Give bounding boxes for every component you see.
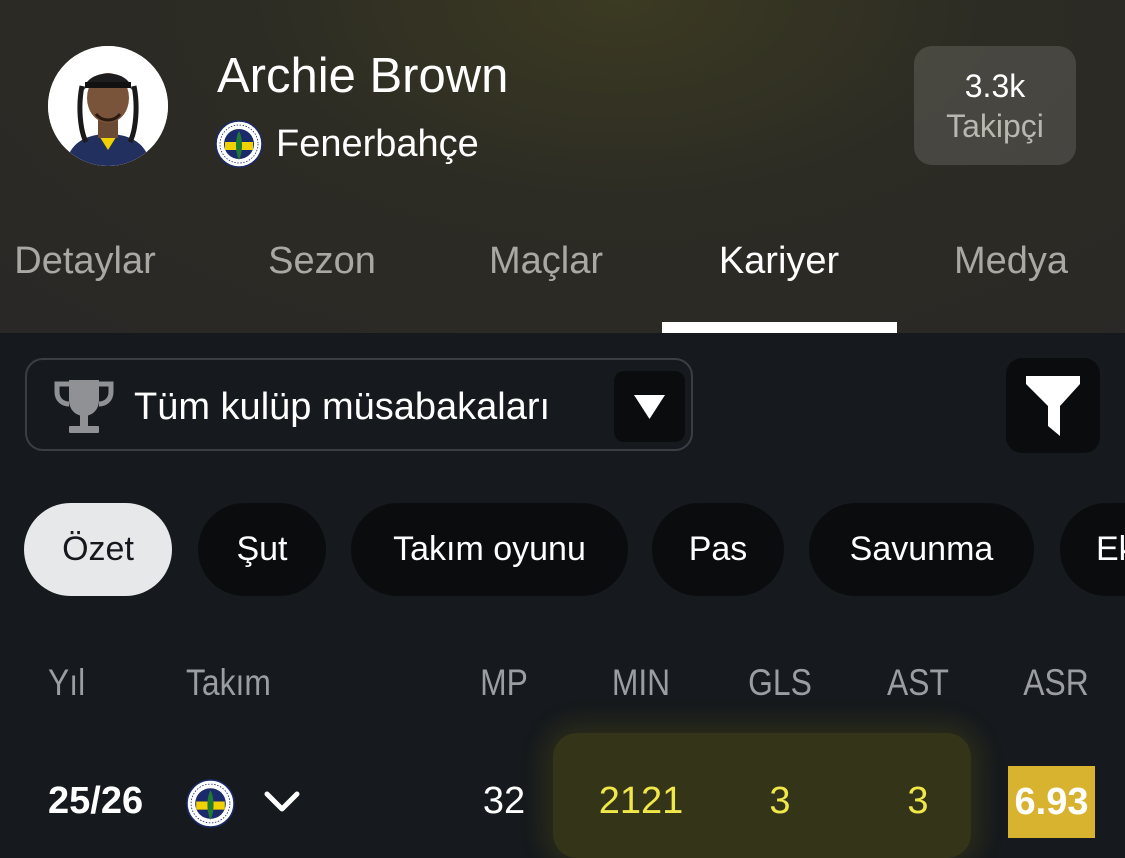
category-chip-pas[interactable]: Pas bbox=[652, 503, 784, 596]
club-link[interactable]: Fenerbahçe bbox=[215, 118, 479, 170]
followers-button[interactable]: 3.3k Takipçi bbox=[914, 46, 1076, 165]
filter-icon bbox=[1026, 376, 1080, 436]
followers-count: 3.3k bbox=[964, 67, 1026, 104]
competition-selector[interactable]: Tüm kulüp müsabakaları bbox=[25, 358, 693, 451]
chevron-down-icon bbox=[634, 395, 665, 419]
category-chip-sut[interactable]: Şut bbox=[198, 503, 326, 596]
competition-dropdown-button[interactable] bbox=[614, 371, 685, 442]
competition-label: Tüm kulüp müsabakaları bbox=[134, 386, 551, 428]
category-chip-takim-oyunu[interactable]: Takım oyunu bbox=[351, 503, 628, 596]
category-chip-ozet[interactable]: Özet bbox=[24, 503, 172, 596]
club-name: Fenerbahçe bbox=[276, 122, 479, 165]
column-header-team: Takım bbox=[186, 662, 271, 703]
fenerbahce-logo-icon bbox=[186, 779, 235, 828]
column-header-min[interactable]: MIN bbox=[612, 662, 670, 704]
column-header-mp[interactable]: MP bbox=[480, 662, 528, 704]
column-header-asr[interactable]: ASR bbox=[1023, 662, 1088, 704]
fenerbahce-logo-icon bbox=[215, 120, 263, 168]
expand-chevron-icon[interactable] bbox=[264, 790, 300, 814]
profile-header: Archie Brown Fenerbahçe 3.3k Takipçi Det… bbox=[0, 0, 1125, 333]
column-header-year: Yıl bbox=[48, 662, 86, 703]
tab-detaylar[interactable]: Detaylar bbox=[14, 240, 156, 283]
tab-sezon[interactable]: Sezon bbox=[268, 240, 376, 283]
column-header-ast[interactable]: AST bbox=[887, 662, 949, 704]
active-tab-indicator bbox=[662, 322, 897, 333]
column-header-gls[interactable]: GLS bbox=[748, 662, 812, 704]
filter-button[interactable] bbox=[1006, 358, 1100, 453]
tab-medya[interactable]: Medya bbox=[954, 240, 1068, 283]
followers-label: Takipçi bbox=[946, 107, 1044, 144]
player-name: Archie Brown bbox=[217, 49, 509, 103]
category-chip-ek[interactable]: Ek bbox=[1060, 503, 1125, 596]
gls-cell: 3 bbox=[769, 780, 791, 822]
mp-cell: 32 bbox=[482, 780, 526, 822]
trophy-icon bbox=[54, 380, 114, 433]
tab-maclar[interactable]: Maçlar bbox=[489, 240, 603, 283]
min-cell: 2121 bbox=[598, 780, 684, 822]
season-cell: 25/26 bbox=[48, 780, 144, 822]
tab-kariyer[interactable]: Kariyer bbox=[719, 240, 839, 283]
category-chip-savunma[interactable]: Savunma bbox=[809, 503, 1034, 596]
player-avatar[interactable] bbox=[48, 46, 168, 166]
rating-badge: 6.93 bbox=[1008, 766, 1095, 838]
ast-cell: 3 bbox=[907, 780, 929, 822]
